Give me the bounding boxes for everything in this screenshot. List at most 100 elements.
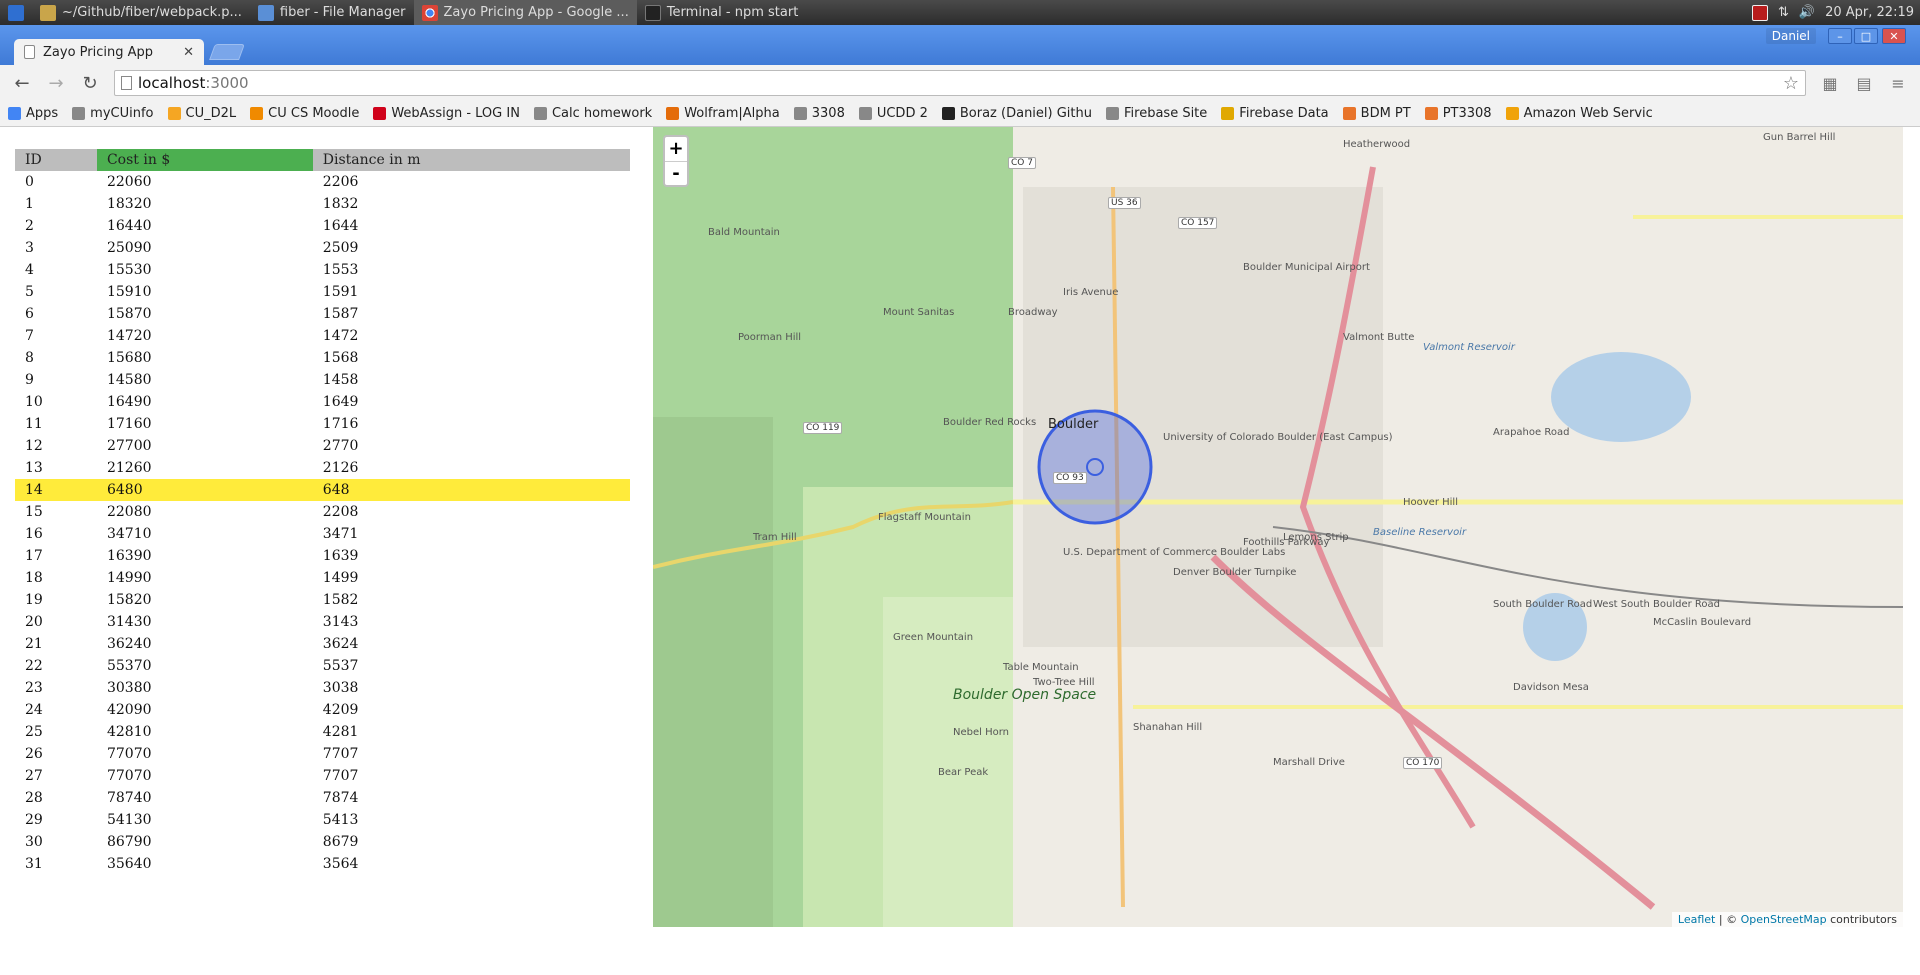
map[interactable]: Boulder Bald Mountain Mount Sanitas Poorman…	[653, 127, 1903, 927]
bookmark-ucdd-2[interactable]: UCDD 2	[858, 106, 928, 121]
table-row[interactable]: 22 55370 5537	[15, 655, 630, 677]
cell-distance: 1832	[322, 196, 359, 212]
table-row[interactable]: 27 77070 7707	[15, 765, 630, 787]
start-menu-button[interactable]	[0, 0, 32, 25]
reload-button[interactable]: ↻	[76, 70, 104, 96]
cell-cost: 15680	[106, 350, 152, 366]
table-row[interactable]: 4 15530 1553	[15, 259, 630, 281]
clock[interactable]: 20 Apr, 22:19	[1825, 5, 1914, 20]
cell-cost: 77070	[106, 746, 152, 762]
taskbar-item-file-manager[interactable]: fiber - File Manager	[250, 0, 414, 25]
table-row[interactable]: 11 17160 1716	[15, 413, 630, 435]
bookmark-cu-d2l[interactable]: CU_D2L	[167, 106, 236, 121]
map-label: University of Colorado Boulder (East Cam…	[1163, 432, 1393, 443]
table-row[interactable]: 5 15910 1591	[15, 281, 630, 303]
cell-id: 21	[25, 636, 43, 652]
close-window-button[interactable]: ✕	[1882, 28, 1906, 44]
table-row[interactable]: 31 35640 3564	[15, 853, 630, 875]
network-icon[interactable]: ⇅	[1778, 5, 1789, 20]
maximize-button[interactable]: □	[1854, 28, 1878, 44]
table-row[interactable]: 28 78740 7874	[15, 787, 630, 809]
cell-distance: 3564	[322, 856, 359, 872]
bookmark-icon	[167, 107, 181, 120]
bookmark-bdm-pt[interactable]: BDM PT	[1342, 106, 1411, 121]
cell-cost: 14720	[106, 328, 152, 344]
table-row[interactable]: 17 16390 1639	[15, 545, 630, 567]
cell-cost: 15870	[106, 306, 152, 322]
bookmark-label: Boraz (Daniel) Githu	[959, 106, 1092, 121]
column-header-id[interactable]: ID	[15, 149, 97, 171]
table-row[interactable]: 2 16440 1644	[15, 215, 630, 237]
leaflet-link[interactable]: Leaflet	[1678, 913, 1715, 926]
cell-id: 4	[25, 262, 34, 278]
bookmark-wolfram-alpha[interactable]: Wolfram|Alpha	[666, 106, 780, 121]
taskbar-item-editor[interactable]: ~/Github/fiber/webpack.p...	[32, 0, 250, 25]
profile-button[interactable]: Daniel	[1765, 28, 1816, 44]
bookmark-firebase-data[interactable]: Firebase Data	[1221, 106, 1329, 121]
bookmark-mycuinfo[interactable]: myCUinfo	[72, 106, 154, 121]
table-row[interactable]: 7 14720 1472	[15, 325, 630, 347]
route-shield: CO 119	[803, 422, 843, 434]
table-row[interactable]: 29 54130 5413	[15, 809, 630, 831]
bookmark-cu-cs-moodle[interactable]: CU CS Moodle	[250, 106, 359, 121]
table-row[interactable]: 25 42810 4281	[15, 721, 630, 743]
table-row[interactable]: 23 30380 3038	[15, 677, 630, 699]
tab-zayo-pricing-app[interactable]: Zayo Pricing App ✕	[14, 39, 204, 65]
table-row[interactable]: 8 15680 1568	[15, 347, 630, 369]
table-row[interactable]: 19 15820 1582	[15, 589, 630, 611]
close-tab-icon[interactable]: ✕	[183, 45, 194, 60]
minimize-button[interactable]: –	[1828, 28, 1852, 44]
table-row[interactable]: 26 77070 7707	[15, 743, 630, 765]
bookmark-boraz-daniel-githu[interactable]: Boraz (Daniel) Githu	[941, 106, 1092, 121]
bookmark-label: Amazon Web Servic	[1523, 106, 1653, 121]
table-row[interactable]: 18 14990 1499	[15, 567, 630, 589]
bookmark-webassign-log-in[interactable]: WebAssign - LOG IN	[373, 106, 520, 121]
table-row[interactable]: 13 21260 2126	[15, 457, 630, 479]
back-button[interactable]: ←	[8, 70, 36, 96]
cell-distance: 1649	[322, 394, 359, 410]
cell-id: 23	[25, 680, 43, 696]
volume-icon[interactable]: 🔊	[1799, 5, 1815, 20]
taskbar-item-terminal[interactable]: Terminal - npm start	[637, 0, 806, 25]
table-row[interactable]: 1 18320 1832	[15, 193, 630, 215]
bookmark-icon	[1342, 107, 1356, 120]
bookmark-amazon-web-servic[interactable]: Amazon Web Servic	[1505, 106, 1653, 121]
forward-button[interactable]: →	[42, 70, 70, 96]
table-row[interactable]: 21 36240 3624	[15, 633, 630, 655]
table-row[interactable]: 3 25090 2509	[15, 237, 630, 259]
table-row[interactable]: 14 6480 648	[15, 479, 630, 501]
storage-extension-icon[interactable]: ▤	[1850, 70, 1878, 96]
bookmark-calc-homework[interactable]: Calc homework	[533, 106, 652, 121]
table-row[interactable]: 0 22060 2206	[15, 171, 630, 193]
table-row[interactable]: 6 15870 1587	[15, 303, 630, 325]
address-bar[interactable]: localhost:3000 ☆	[114, 70, 1806, 96]
zoom-in-button[interactable]: +	[665, 137, 687, 161]
column-header-cost[interactable]: Cost in $	[96, 149, 313, 171]
valmont-reservoir	[1551, 352, 1691, 442]
menu-icon[interactable]: ≡	[1884, 70, 1912, 96]
map-label: U.S. Department of Commerce Boulder Labs	[1063, 547, 1286, 558]
bookmark-firebase-site[interactable]: Firebase Site	[1106, 106, 1207, 121]
table-row[interactable]: 12 27700 2770	[15, 435, 630, 457]
bookmark-3308[interactable]: 3308	[793, 106, 845, 121]
map-tiles[interactable]	[653, 127, 1903, 927]
openstreetmap-link[interactable]: OpenStreetMap	[1741, 913, 1827, 926]
table-row[interactable]: 24 42090 4209	[15, 699, 630, 721]
bookmark-star-icon[interactable]: ☆	[1783, 73, 1799, 94]
table-row[interactable]: 30 86790 8679	[15, 831, 630, 853]
record-icon[interactable]	[1752, 4, 1768, 21]
new-tab-button[interactable]	[209, 44, 245, 60]
taskbar-item-chrome[interactable]: Zayo Pricing App - Google ...	[413, 0, 637, 25]
bookmark-apps[interactable]: Apps	[8, 106, 58, 121]
table-row[interactable]: 9 14580 1458	[15, 369, 630, 391]
extension-icon[interactable]: ▦	[1816, 70, 1844, 96]
column-header-distance[interactable]: Distance in m	[312, 149, 630, 171]
bookmark-pt3308[interactable]: PT3308	[1424, 106, 1492, 121]
table-row[interactable]: 20 31430 3143	[15, 611, 630, 633]
zoom-out-button[interactable]: -	[665, 160, 687, 185]
table-row[interactable]: 16 34710 3471	[15, 523, 630, 545]
cell-id: 12	[25, 438, 43, 454]
table-row[interactable]: 10 16490 1649	[15, 391, 630, 413]
route-shield: US 36	[1108, 197, 1141, 209]
table-row[interactable]: 15 22080 2208	[15, 501, 630, 523]
